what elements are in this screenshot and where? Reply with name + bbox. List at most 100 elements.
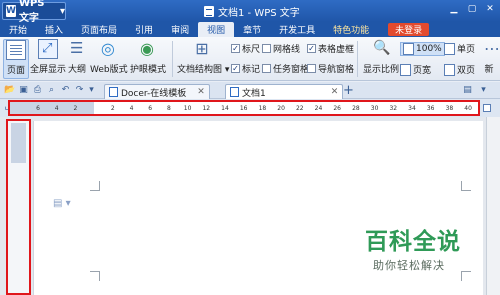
fullscreen-button[interactable]: 全屏显示: [30, 39, 66, 75]
app-menu-button[interactable]: W WPS 文字 ▾: [2, 0, 66, 24]
margin-corner-mark: [461, 181, 471, 191]
new-window-button[interactable]: 新: [482, 39, 500, 75]
page-view-icon: [6, 40, 26, 60]
menu-bar: 开始 插入 页面布局 引用 审阅 视图 章节 开发工具 特色功能 未登录: [0, 22, 500, 37]
save-icon[interactable]: ▣: [18, 85, 29, 96]
checkbox-checked-icon: ✓: [307, 44, 316, 53]
zoom-label: 显示比例: [363, 65, 400, 75]
tab-docer-templates[interactable]: Docer-在线模板 ✕: [104, 84, 210, 99]
paste-options-icon[interactable]: ▤ ▾: [53, 198, 71, 209]
vertical-scrollbar[interactable]: [486, 117, 500, 295]
margin-corner-mark: [461, 271, 471, 281]
window-controls: ▁ ▢ ✕: [446, 2, 498, 16]
task-pane-checkbox[interactable]: 任务窗格: [262, 62, 309, 75]
zoom-value: 100%: [416, 44, 442, 54]
new-tab-button[interactable]: +: [343, 83, 354, 98]
task-pane-checkbox-label: 任务窗格: [273, 65, 310, 75]
tab-references[interactable]: 引用: [126, 22, 162, 37]
maximize-button[interactable]: ▢: [464, 2, 480, 16]
nav-pane-checkbox[interactable]: 导航窗格: [307, 62, 354, 75]
ruler-strip: 6 4 2 2 4 6 8 10 12 14 16 18 20 22 24 26 28 30 32 34 36 38 40: [10, 102, 478, 114]
tab-sections[interactable]: 章节: [234, 22, 270, 37]
ruler-tick-label: 24: [314, 105, 323, 112]
close-icon[interactable]: ✕: [331, 87, 339, 97]
chevron-down-icon[interactable]: ▾: [86, 85, 97, 96]
doc-structure-button[interactable]: 文档结构图 ▾: [177, 39, 229, 75]
tab-developer[interactable]: 开发工具: [270, 22, 324, 37]
ruler-tick-label: 36: [426, 105, 435, 112]
page-view-button[interactable]: 页面: [3, 39, 29, 79]
close-button[interactable]: ✕: [482, 2, 498, 16]
docer-tab-label: Docer-在线模板: [121, 88, 187, 99]
page-width-button[interactable]: 页宽: [400, 63, 431, 76]
tab-insert[interactable]: 插入: [36, 22, 72, 37]
window-title: 文档1 - WPS 文字: [204, 4, 300, 19]
tab-review[interactable]: 审阅: [162, 22, 198, 37]
single-page-button[interactable]: 单页: [444, 42, 475, 55]
ruler-checkbox-label: 标尺: [242, 45, 261, 55]
app-menu-label: WPS 文字: [18, 0, 45, 24]
print-icon[interactable]: ⎙: [32, 85, 43, 96]
ruler-tick-label: 6: [36, 105, 40, 112]
document-icon: [230, 87, 239, 97]
chevron-down-icon: ▾: [59, 5, 65, 17]
markup-checkbox[interactable]: ✓ 标记: [231, 62, 260, 75]
markup-checkbox-label: 标记: [242, 65, 261, 75]
ruler-tick-label: 34: [408, 105, 416, 112]
open-folder-icon[interactable]: 📂: [4, 85, 15, 96]
login-button[interactable]: 未登录: [388, 23, 430, 36]
tab-start[interactable]: 开始: [0, 22, 36, 37]
fullscreen-label: 全屏显示: [30, 65, 67, 75]
tab-document-1[interactable]: 文档1 ✕: [225, 84, 344, 99]
single-page-label: 单页: [457, 45, 476, 55]
ruler-tick-label: 10: [183, 105, 192, 112]
ruler-tick-label: 28: [352, 105, 360, 112]
zoom-100-button[interactable]: 100%: [400, 42, 445, 56]
margin-corner-mark: [90, 271, 100, 281]
vertical-ruler[interactable]: [6, 119, 31, 295]
redo-icon[interactable]: ↷: [74, 85, 85, 96]
close-icon[interactable]: ✕: [197, 87, 205, 97]
outline-button[interactable]: 大纲: [67, 39, 87, 75]
title-bar: W WPS 文字 ▾ 文档1 - WPS 文字 ▁ ▢ ✕: [0, 0, 500, 24]
page-width-icon: [400, 63, 411, 76]
ruler-tick-label: 2: [73, 105, 78, 112]
tab-view[interactable]: 视图: [198, 22, 235, 37]
checkbox-unchecked-icon: [262, 44, 271, 53]
double-page-button[interactable]: 双页: [444, 63, 475, 76]
ruler-tick-label: 30: [370, 105, 379, 112]
nav-pane-checkbox-label: 导航窗格: [318, 65, 355, 75]
tab-list-icon[interactable]: ▤: [462, 85, 473, 96]
web-layout-button[interactable]: Web版式: [90, 39, 128, 75]
ruler-tick-label: 20: [277, 105, 285, 112]
eye-protection-icon: [138, 39, 158, 59]
print-preview-icon[interactable]: ⌕: [46, 85, 57, 96]
tab-features[interactable]: 特色功能: [324, 22, 378, 37]
doc-structure-label: 文档结构图: [177, 65, 223, 75]
checkbox-checked-icon: ✓: [231, 64, 240, 73]
web-layout-icon: [99, 39, 119, 59]
watermark-title: 百科全说: [365, 229, 461, 255]
gridlines-checkbox[interactable]: 网格线: [262, 42, 300, 55]
ruler-tick-label: 2: [110, 105, 115, 112]
table-gridlines-checkbox-label: 表格虚框: [318, 45, 355, 55]
ruler-tick-label: 14: [221, 105, 229, 112]
minimize-button[interactable]: ▁: [446, 2, 462, 16]
single-page-icon: [444, 42, 455, 55]
zoom-button[interactable]: 显示比例: [363, 39, 399, 75]
table-gridlines-checkbox[interactable]: ✓ 表格虚框: [307, 42, 354, 55]
ruler-checkbox[interactable]: ✓ 标尺: [231, 42, 260, 55]
ruler-toggle-icon[interactable]: [483, 104, 491, 112]
eye-protection-button[interactable]: 护眼模式: [130, 39, 166, 75]
ribbon-divider: [172, 41, 173, 77]
ruler-tick-label: 4: [54, 105, 59, 112]
chevron-down-icon[interactable]: ▾: [478, 85, 489, 96]
horizontal-ruler[interactable]: 6 4 2 2 4 6 8 10 12 14 16 18 20 22 24 26 28 30 32 34 36 38 40: [8, 100, 480, 116]
tab-page-layout[interactable]: 页面布局: [72, 22, 126, 37]
undo-icon[interactable]: ↶: [60, 85, 71, 96]
document-tab-bar: 📂 ▣ ⎙ ⌕ ↶ ↷ ▾ Docer-在线模板 ✕ 文档1 ✕ + ▤ ▾: [0, 82, 500, 99]
web-layout-label: Web版式: [90, 65, 128, 75]
document-icon: [204, 6, 214, 17]
docer-icon: [109, 87, 118, 97]
magnifier-icon: [371, 39, 391, 59]
